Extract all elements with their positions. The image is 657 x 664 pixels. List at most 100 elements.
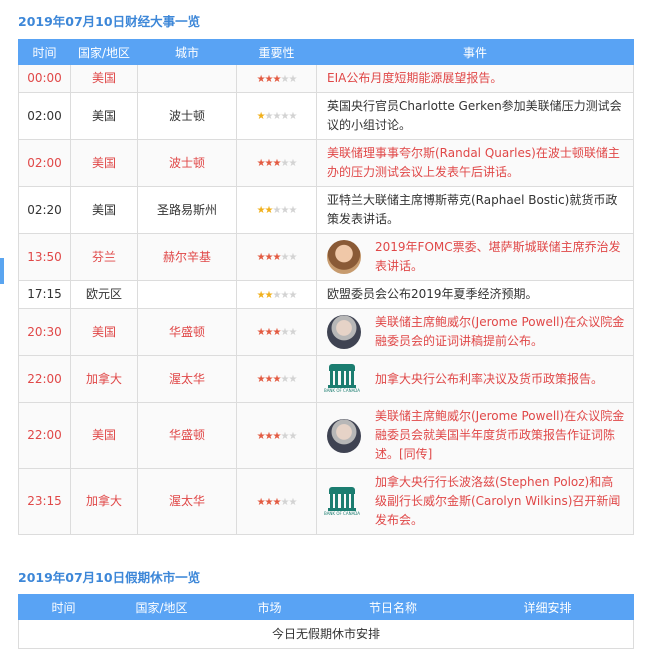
powell-portrait (327, 315, 361, 349)
event-row: 00:00 美国 ★★★★★ EIA公布月度短期能源展望报告。 (18, 64, 634, 93)
event-country: 美国 (70, 64, 138, 93)
star-empty-icon: ★ (288, 374, 297, 385)
star-filled-icon: ★ (256, 430, 266, 442)
event-text: 亚特兰大联储主席博斯蒂克(Raphael Bostic)就货币政策发表讲话。 (327, 193, 618, 226)
event-country: 美国 (70, 139, 138, 187)
event-text: 美联储主席鲍威尔(Jerome Powell)在众议院金融委员会就美国半年度货币… (375, 409, 625, 461)
event-time: 02:20 (18, 186, 71, 234)
bank-of-canada-logo: BANK OF CANADA (323, 362, 361, 396)
star-empty-icon: ★ (288, 111, 297, 122)
event-time: 17:15 (18, 280, 71, 309)
event-importance: ★★★★★ (236, 233, 317, 281)
logo-caption: BANK OF CANADA (323, 388, 361, 393)
importance-stars: ★★★★★ (256, 252, 298, 263)
star-filled-icon: ★ (256, 205, 266, 216)
left-edge-marker (0, 258, 4, 284)
event-description-cell: 美联储主席鲍威尔(Jerome Powell)在众议院金融委员会就美国半年度货币… (316, 402, 634, 469)
importance-stars: ★★★★★ (256, 327, 298, 338)
events-header-row: 时间 国家/地区 城市 重要性 事件 (18, 39, 634, 65)
star-empty-icon: ★ (288, 205, 297, 216)
event-importance: ★★★★★ (236, 402, 317, 469)
event-city: 渥太华 (137, 468, 237, 535)
star-filled-icon: ★ (264, 289, 274, 301)
star-filled-icon: ★ (264, 496, 274, 508)
event-row: 17:15 欧元区 ★★★★★ 欧盟委员会公布2019年夏季经济预期。 (18, 280, 634, 309)
importance-stars: ★★★★★ (256, 158, 298, 169)
holiday-header-country: 国家/地区 (108, 594, 215, 620)
event-country: 美国 (70, 402, 138, 469)
holiday-header-row: 时间 国家/地区 市场 节日名称 详细安排 (18, 594, 634, 620)
event-city: 波士顿 (137, 92, 237, 140)
header-time: 时间 (18, 39, 71, 65)
star-empty-icon: ★ (288, 73, 297, 85)
star-filled-icon: ★ (256, 327, 266, 338)
star-filled-icon: ★ (256, 252, 266, 263)
event-country: 美国 (70, 92, 138, 140)
importance-stars: ★★★★★ (256, 205, 298, 216)
star-filled-icon: ★ (256, 158, 266, 169)
star-empty-icon: ★ (288, 252, 297, 263)
event-description-cell: 英国央行官员Charlotte Gerken参加美联储压力测试会议的小组讨论。 (316, 92, 634, 140)
events-body: 00:00 美国 ★★★★★ EIA公布月度短期能源展望报告。 02:00 美国 波士顿 ★★… (18, 64, 634, 535)
events-table: 时间 国家/地区 城市 重要性 事件 00:00 美国 ★★★★★ EIA公布月度短期… (18, 39, 634, 535)
event-description-cell: BANK OF CANADA 加拿大央行行长波洛兹(Stephen Poloz)和… (316, 468, 634, 535)
star-filled-icon: ★ (264, 73, 274, 85)
event-row: 02:00 美国 波士顿 ★★★★★ 美联储理事事夸尔斯(Randal Quarles)… (18, 139, 634, 187)
header-country: 国家/地区 (70, 39, 138, 65)
holiday-header-detail: 详细安排 (461, 594, 634, 620)
star-filled-icon: ★ (256, 73, 266, 85)
star-filled-icon: ★ (264, 158, 274, 169)
event-importance: ★★★★★ (236, 92, 317, 140)
event-text: EIA公布月度短期能源展望报告。 (327, 71, 503, 85)
importance-stars: ★★★★★ (256, 73, 298, 85)
star-filled-icon: ★ (256, 289, 266, 301)
event-description-cell: BANK OF CANADA 加拿大央行公布利率决议及货币政策报告。 (316, 355, 634, 403)
event-row: 22:00 加拿大 渥太华 ★★★★★ BANK OF CANADA 加拿大央行公布利率决… (18, 355, 634, 403)
event-importance: ★★★★★ (236, 468, 317, 535)
holiday-empty-row: 今日无假期休市安排 (18, 619, 634, 649)
star-filled-icon: ★ (264, 374, 274, 385)
event-text: 加拿大央行公布利率决议及货币政策报告。 (375, 371, 604, 386)
event-time: 22:00 (18, 355, 71, 403)
event-row: 02:00 美国 波士顿 ★★★★★ 英国央行官员Charlotte Gerken参加美… (18, 92, 634, 140)
header-city: 城市 (137, 39, 237, 65)
event-row: 22:00 美国 华盛顿 ★★★★★ 美联储主席鲍威尔(Jerome Powell)在众… (18, 402, 634, 469)
event-importance: ★★★★★ (236, 186, 317, 234)
event-city (137, 280, 237, 309)
event-city (137, 64, 237, 93)
event-importance: ★★★★★ (236, 308, 317, 356)
event-text: 加拿大央行行长波洛兹(Stephen Poloz)和高级副行长威尔金斯(Caro… (375, 475, 621, 527)
event-description-cell: EIA公布月度短期能源展望报告。 (316, 64, 634, 93)
event-country: 欧元区 (70, 280, 138, 309)
header-event: 事件 (316, 39, 634, 65)
star-empty-icon: ★ (288, 158, 297, 169)
star-filled-icon: ★ (264, 327, 274, 338)
star-empty-icon: ★ (288, 496, 297, 508)
bank-of-canada-logo: BANK OF CANADA (324, 485, 360, 519)
event-description-cell: 亚特兰大联储主席博斯蒂克(Raphael Bostic)就货币政策发表讲话。 (316, 186, 634, 234)
holiday-header-name: 节日名称 (324, 594, 462, 620)
event-city: 华盛顿 (137, 402, 237, 469)
star-filled-icon: ★ (256, 111, 266, 122)
event-importance: ★★★★★ (236, 64, 317, 93)
event-row: 13:50 芬兰 赫尔辛基 ★★★★★ 2019年FOMC票委、堪萨斯城联储主席乔治发表… (18, 233, 634, 281)
importance-stars: ★★★★★ (256, 289, 298, 301)
star-filled-icon: ★ (256, 374, 266, 385)
event-row: 23:15 加拿大 渥太华 ★★★★★ BANK OF CANADA 加拿大央行行长波洛兹… (18, 468, 634, 535)
star-filled-icon: ★ (264, 252, 274, 263)
importance-stars: ★★★★★ (256, 111, 298, 122)
event-text: 美联储主席鲍威尔(Jerome Powell)在众议院金融委员会的证词讲稿提前公… (375, 315, 625, 348)
event-city: 华盛顿 (137, 308, 237, 356)
event-city: 圣路易斯州 (137, 186, 237, 234)
event-description-cell: 欧盟委员会公布2019年夏季经济预期。 (316, 280, 634, 309)
event-importance: ★★★★★ (236, 355, 317, 403)
event-city: 赫尔辛基 (137, 233, 237, 281)
event-text: 欧盟委员会公布2019年夏季经济预期。 (327, 287, 538, 301)
star-empty-icon: ★ (288, 327, 297, 338)
events-section-title: 2019年07月10日财经大事一览 (18, 14, 201, 29)
event-importance: ★★★★★ (236, 280, 317, 309)
event-description-cell: 美联储理事事夸尔斯(Randal Quarles)在波士顿联储主办的压力测试会议… (316, 139, 634, 187)
event-time: 02:00 (18, 139, 71, 187)
event-row: 02:20 美国 圣路易斯州 ★★★★★ 亚特兰大联储主席博斯蒂克(Raphael Bo… (18, 186, 634, 234)
star-empty-icon: ★ (288, 430, 297, 442)
